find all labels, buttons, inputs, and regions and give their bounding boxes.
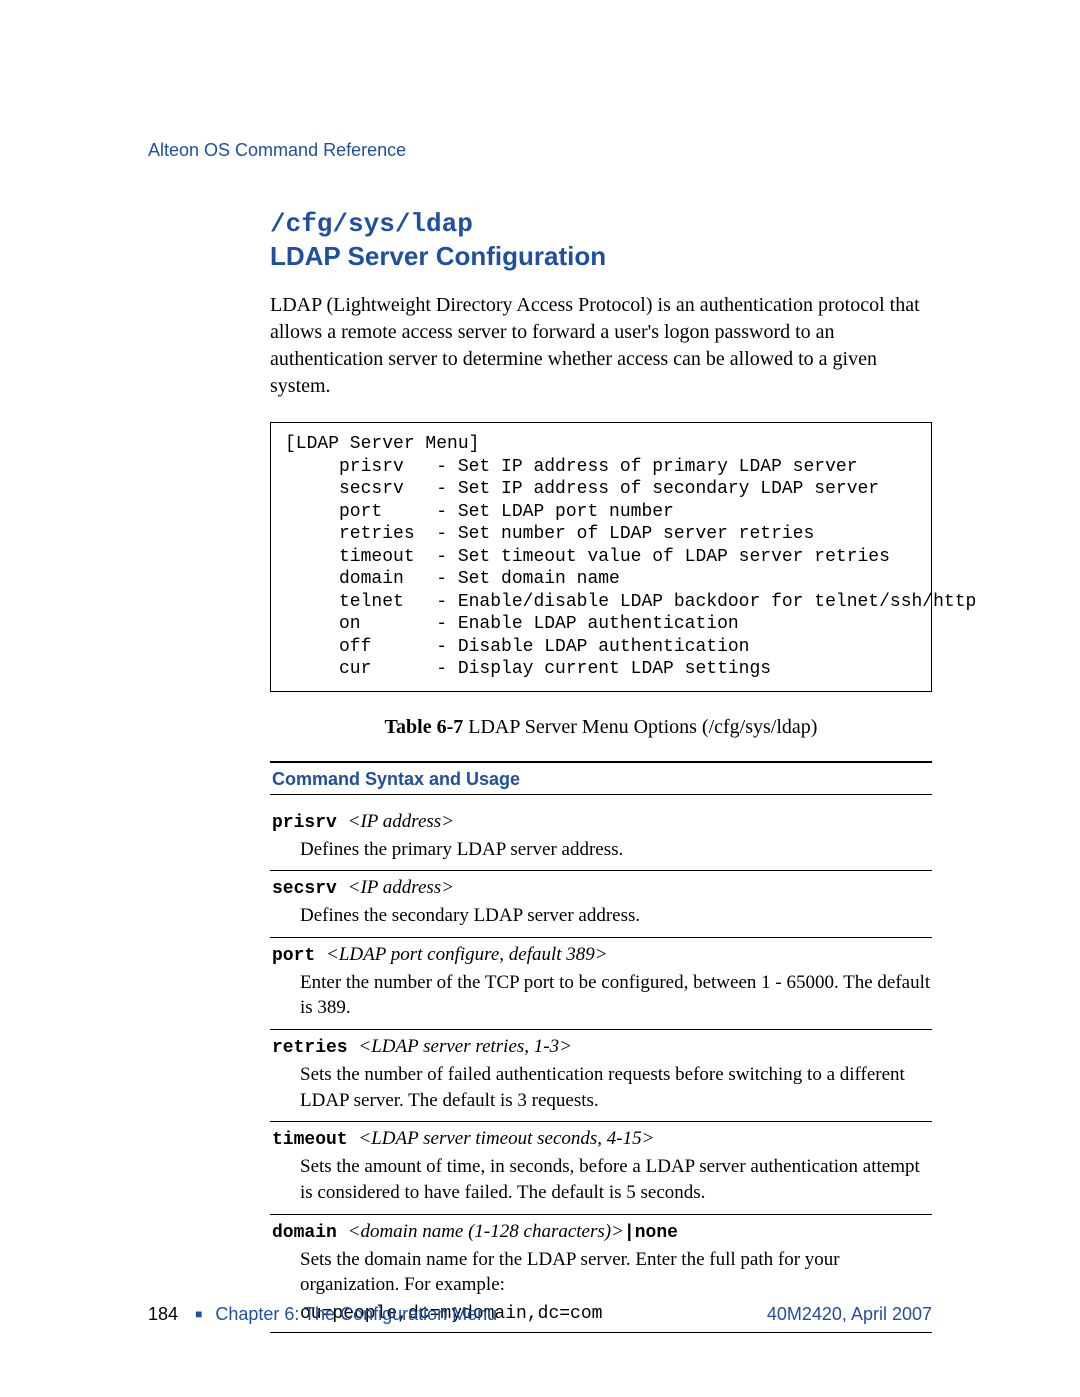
command-entry: retries <LDAP server retries, 1-3> Sets …: [270, 1030, 932, 1122]
command-path: /cfg/sys/ldap: [270, 209, 932, 239]
square-marker-icon: ■: [195, 1307, 202, 1321]
command-name: port: [272, 946, 326, 966]
command-name: retries: [272, 1038, 358, 1058]
command-name: timeout: [272, 1130, 358, 1150]
table-caption: Table 6-7 LDAP Server Menu Options (/cfg…: [270, 716, 932, 739]
footer-right: 40M2420, April 2007: [767, 1304, 932, 1325]
table-caption-text: LDAP Server Menu Options (/cfg/sys/ldap): [463, 716, 817, 738]
command-desc: Defines the primary LDAP server address.: [300, 837, 932, 863]
command-arg: <IP address>: [348, 877, 454, 898]
command-desc: Sets the domain name for the LDAP server…: [300, 1247, 932, 1298]
pipe-separator: |: [624, 1223, 635, 1243]
command-entry: secsrv <IP address> Defines the secondar…: [270, 871, 932, 938]
command-desc: Sets the number of failed authentication…: [300, 1062, 932, 1113]
footer-left: 184 ■ Chapter 6: The Configuration Menu: [148, 1304, 497, 1325]
main-content: /cfg/sys/ldap LDAP Server Configuration …: [270, 209, 932, 1333]
chapter-title: Chapter 6: The Configuration Menu: [215, 1304, 497, 1324]
command-name: prisrv: [272, 813, 348, 833]
running-head: Alteon OS Command Reference: [148, 140, 932, 161]
command-arg: <LDAP server timeout seconds, 4-15>: [358, 1128, 654, 1149]
command-desc: Sets the amount of time, in seconds, bef…: [300, 1154, 932, 1205]
command-option: none: [635, 1223, 678, 1243]
command-entry: timeout <LDAP server timeout seconds, 4-…: [270, 1122, 932, 1214]
command-desc: Defines the secondary LDAP server addres…: [300, 903, 932, 929]
command-arg: <IP address>: [348, 811, 454, 832]
command-arg: <LDAP port configure, default 389>: [326, 944, 608, 965]
section-title: LDAP Server Configuration: [270, 241, 932, 272]
command-arg: <LDAP server retries, 1-3>: [358, 1036, 572, 1057]
command-name: secsrv: [272, 879, 348, 899]
command-desc: Enter the number of the TCP port to be c…: [300, 970, 932, 1021]
command-name: domain: [272, 1223, 348, 1243]
command-entry: prisrv <IP address> Defines the primary …: [270, 805, 932, 872]
page-number: 184: [148, 1304, 178, 1324]
table-label: Table 6-7: [385, 716, 464, 738]
syntax-header: Command Syntax and Usage: [270, 761, 932, 795]
command-arg: <domain name (1-128 characters)>: [348, 1221, 624, 1242]
page: Alteon OS Command Reference /cfg/sys/lda…: [0, 0, 1080, 1397]
page-footer: 184 ■ Chapter 6: The Configuration Menu …: [148, 1304, 932, 1325]
intro-paragraph: LDAP (Lightweight Directory Access Proto…: [270, 292, 932, 400]
menu-code-block: [LDAP Server Menu] prisrv - Set IP addre…: [270, 422, 932, 692]
command-entry: port <LDAP port configure, default 389> …: [270, 938, 932, 1030]
